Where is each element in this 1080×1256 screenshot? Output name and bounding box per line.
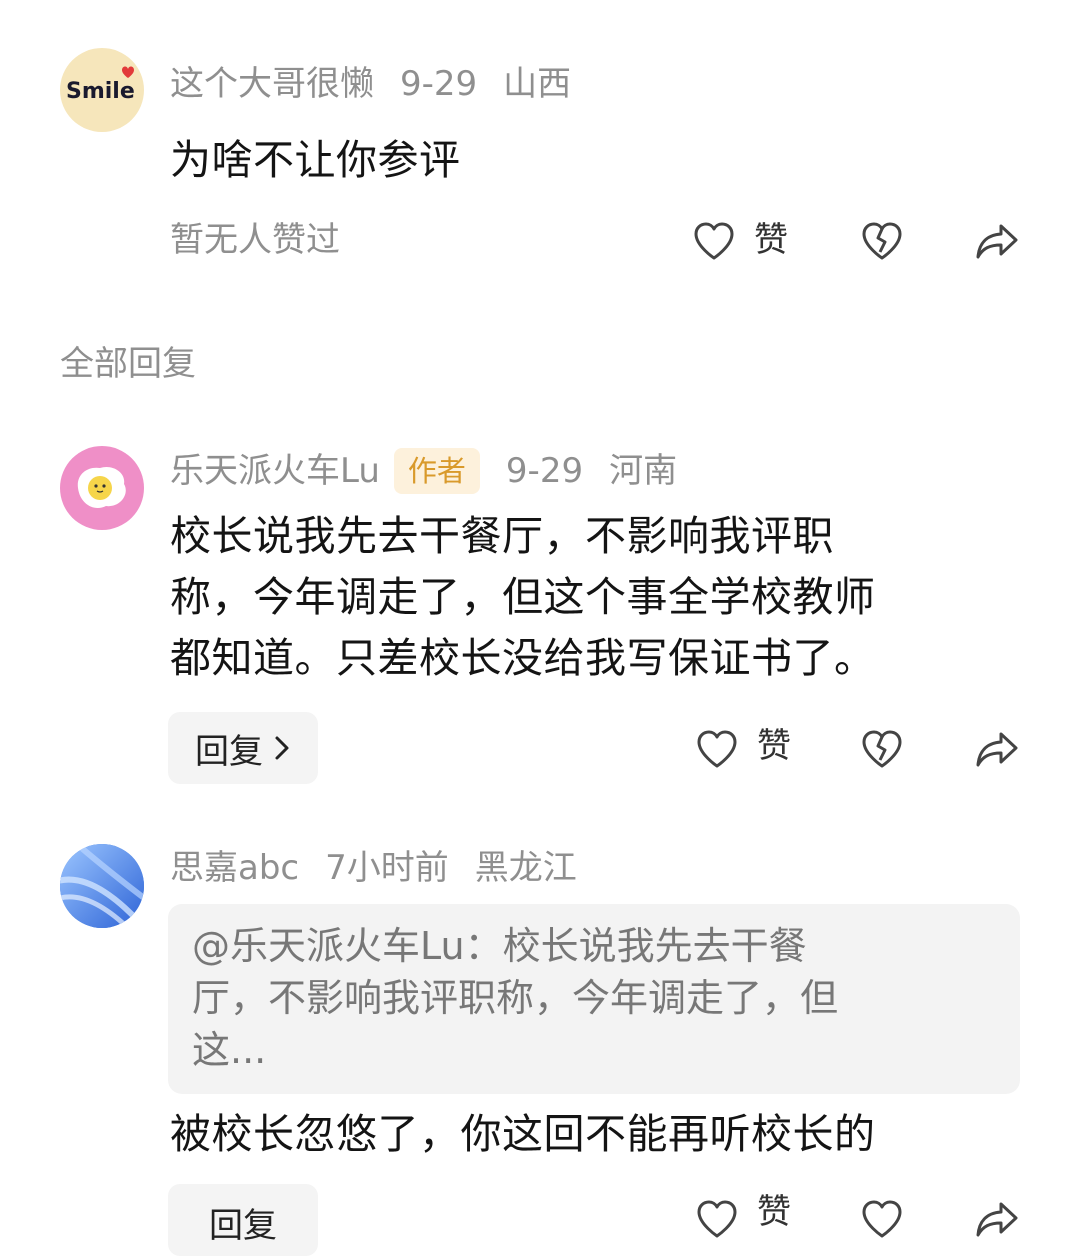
reply-text: 被校长忽悠了，你这回不能再听校长的 xyxy=(170,1110,876,1158)
smile-logo-icon: Smile xyxy=(66,66,135,104)
like-button[interactable] xyxy=(695,728,739,774)
reply-text-line: 校长说我先去干餐厅，不影响我评职 xyxy=(170,512,834,560)
avatar-text: Smile xyxy=(66,79,135,104)
reply-text-line: 都知道。只差校长没给我写保证书了。 xyxy=(170,634,876,682)
quote-line: 这... xyxy=(192,1028,267,1072)
reply-button-label: 回复 xyxy=(209,1206,277,1246)
broken-heart-icon xyxy=(862,222,902,260)
dislike-button[interactable] xyxy=(860,728,904,774)
username[interactable]: 思嘉abc xyxy=(170,848,299,888)
username[interactable]: 这个大哥很懒 xyxy=(170,64,374,104)
comment-location: 山西 xyxy=(503,64,572,104)
avatar-blue[interactable] xyxy=(60,844,144,928)
share-icon xyxy=(976,1202,1018,1237)
broken-heart-icon xyxy=(862,730,902,768)
dislike-button[interactable] xyxy=(860,220,904,266)
reply-date: 9-29 xyxy=(505,451,584,491)
chevron-right-icon xyxy=(275,736,289,760)
like-label[interactable]: 赞 xyxy=(757,1192,791,1232)
reply-date: 7小时前 xyxy=(325,848,449,888)
heart-icon xyxy=(697,1200,737,1238)
quoted-reply[interactable]: @乐天派火车Lu：校长说我先去干餐 厅，不影响我评职称，今年调走了，但 这... xyxy=(168,904,1020,1094)
avatar-egg[interactable] xyxy=(60,446,144,530)
section-title: 全部回复 xyxy=(60,344,196,384)
reply-meta: 乐天派火车Lu 作者 9-29 河南 xyxy=(170,448,677,494)
abstract-avatar-icon xyxy=(60,844,144,928)
broken-heart-icon xyxy=(862,1200,902,1238)
like-button[interactable] xyxy=(692,220,736,266)
reply-button[interactable]: 回复 xyxy=(168,1184,318,1256)
egg-avatar-icon xyxy=(77,466,126,508)
author-badge: 作者 xyxy=(393,448,480,494)
reply-meta: 思嘉abc 7小时前 黑龙江 xyxy=(170,848,577,888)
avatar-smile[interactable]: Smile xyxy=(60,48,144,132)
reply-text-line: 称，今年调走了，但这个事全学校教师 xyxy=(170,573,876,621)
quote-line: @乐天派火车Lu：校长说我先去干餐 xyxy=(192,924,807,968)
username[interactable]: 乐天派火车Lu xyxy=(170,451,380,491)
share-button[interactable] xyxy=(974,728,1020,774)
share-button[interactable] xyxy=(974,1198,1020,1244)
heart-icon xyxy=(694,222,734,260)
dislike-button[interactable] xyxy=(860,1198,904,1244)
share-button[interactable] xyxy=(974,220,1020,266)
like-button[interactable] xyxy=(695,1198,739,1244)
comment-meta: 这个大哥很懒 9-29 山西 xyxy=(170,64,571,104)
quote-line: 厅，不影响我评职称，今年调走了，但 xyxy=(192,976,839,1020)
likes-status: 暂无人赞过 xyxy=(170,220,340,260)
like-label[interactable]: 赞 xyxy=(754,220,788,260)
share-icon xyxy=(976,224,1018,259)
reply-location: 河南 xyxy=(609,451,678,491)
reply-text: 校长说我先去干餐厅，不影响我评职 称，今年调走了，但这个事全学校教师 都知道。只… xyxy=(170,506,876,689)
reply-location: 黑龙江 xyxy=(474,848,577,888)
comment-date: 9-29 xyxy=(400,64,478,104)
reply-button-label: 回复 xyxy=(195,731,263,772)
like-label[interactable]: 赞 xyxy=(757,726,791,766)
heart-icon xyxy=(697,730,737,768)
comment-text: 为啥不让你参评 xyxy=(170,136,461,184)
reply-button[interactable]: 回复 xyxy=(168,712,318,784)
share-icon xyxy=(976,732,1018,767)
